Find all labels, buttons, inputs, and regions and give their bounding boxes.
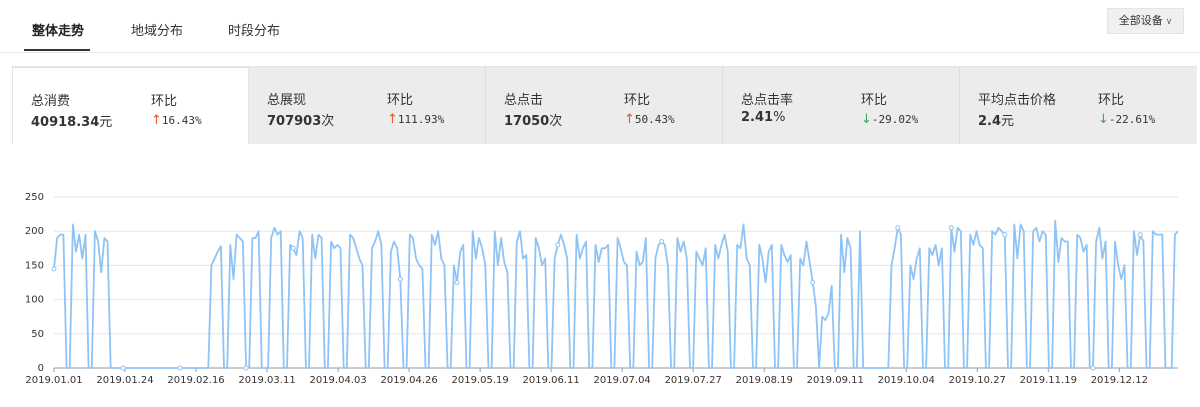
kpi-ratio: ↑111.93% (387, 112, 445, 127)
arrow-up-icon: ↑ (151, 113, 162, 128)
kpi-total-spend[interactable]: 总消费 40918.34元 环比 ↑16.43% (12, 67, 249, 144)
x-tick-label: 2019.11.19 (1020, 375, 1077, 386)
x-tick-label: 2019.07.04 (594, 375, 651, 386)
data-point (51, 266, 57, 272)
x-tick-label: 2019.05.19 (451, 375, 508, 386)
data-point (290, 245, 296, 251)
y-tick-label: 50 (31, 329, 44, 340)
chevron-down-icon: ∨ (1165, 17, 1173, 27)
kpi-ratio-label: 环比 (624, 93, 651, 108)
device-select-label: 全部设备 (1118, 14, 1163, 27)
arrow-up-icon: ↑ (624, 112, 635, 127)
tab-bar: 整体走势 地域分布 时段分布 全部设备 ∨ (0, 0, 1200, 53)
data-point (659, 238, 665, 244)
x-tick-label: 2019.01.24 (96, 375, 153, 386)
y-tick-label: 250 (25, 192, 44, 203)
y-tick-label: 200 (25, 226, 44, 237)
kpi-label: 总展现 (267, 93, 307, 108)
x-tick-label: 2019.02.16 (167, 375, 224, 386)
kpi-value: 2.41% (741, 110, 786, 125)
kpi-ratio-label: 环比 (861, 93, 888, 108)
kpi-label: 总点击 (504, 93, 544, 108)
x-tick-label: 2019.01.01 (25, 375, 82, 386)
arrow-down-icon: ↓ (861, 112, 872, 127)
data-point (1137, 232, 1143, 238)
y-tick-label: 100 (25, 295, 44, 306)
x-tick-label: 2019.08.19 (736, 375, 793, 386)
data-point (1090, 365, 1096, 371)
kpi-avg-click-price[interactable]: 平均点击价格 2.4元 环比 ↓-22.61% (960, 67, 1197, 144)
kpi-label: 总点击率 (741, 93, 794, 108)
kpi-label: 平均点击价格 (978, 93, 1057, 108)
data-point (555, 242, 561, 248)
y-tick-label: 150 (25, 260, 44, 271)
kpi-value: 707903次 (267, 114, 335, 129)
kpi-click-rate[interactable]: 总点击率 2.41% 环比 ↓-29.02% (723, 67, 960, 144)
y-tick-label: 0 (38, 363, 44, 374)
kpi-ratio-label: 环比 (151, 94, 178, 109)
arrow-up-icon: ↑ (387, 112, 398, 127)
x-tick-label: 2019.12.12 (1091, 375, 1148, 386)
arrow-down-icon: ↓ (1098, 112, 1109, 127)
x-tick-label: 2019.04.03 (309, 375, 366, 386)
kpi-value: 17050次 (504, 114, 563, 129)
tab-region-distribution[interactable]: 地域分布 (131, 20, 183, 39)
data-point (454, 280, 460, 285)
data-point (810, 280, 816, 285)
x-tick-label: 2019.09.11 (807, 375, 864, 386)
kpi-value: 40918.34元 (31, 115, 113, 130)
x-tick-label: 2019.04.26 (380, 375, 437, 386)
x-tick-label: 2019.03.11 (238, 375, 295, 386)
x-tick-label: 2019.06.11 (523, 375, 580, 386)
data-point (177, 365, 183, 371)
active-tab-indicator (24, 49, 90, 51)
tab-overall-trend[interactable]: 整体走势 (32, 20, 84, 39)
data-point (243, 365, 249, 371)
series-line (53, 220, 1179, 369)
x-tick-label: 2019.10.27 (949, 375, 1006, 386)
x-tick-label: 2019.10.04 (878, 375, 935, 386)
kpi-ratio: ↑16.43% (151, 113, 202, 128)
kpi-label: 总消费 (31, 94, 71, 109)
kpi-ratio: ↓-29.02% (861, 112, 919, 127)
x-tick-label: 2019.07.27 (665, 375, 722, 386)
data-point (397, 276, 403, 282)
kpi-ratio-label: 环比 (387, 93, 414, 108)
kpi-ratio-label: 环比 (1098, 93, 1125, 108)
kpi-value: 2.4元 (978, 114, 1015, 129)
trend-line-chart: 0 50 100 150 200 250 2019.01.01 2019.01.24 2019.… (25, 192, 1179, 386)
kpi-ratio: ↓-22.61% (1098, 112, 1156, 127)
kpi-total-impressions[interactable]: 总展现 707903次 环比 ↑111.93% (249, 67, 486, 144)
device-select[interactable]: 全部设备 ∨ (1107, 8, 1184, 34)
kpi-ratio: ↑50.43% (624, 112, 675, 127)
kpi-row: 总消费 40918.34元 环比 ↑16.43% 总展现 707903次 环比 … (12, 66, 1197, 144)
data-point (1002, 232, 1008, 238)
data-point (895, 225, 901, 231)
kpi-total-clicks[interactable]: 总点击 17050次 环比 ↑50.43% (486, 67, 723, 144)
data-point (948, 225, 954, 231)
tab-time-distribution[interactable]: 时段分布 (228, 20, 280, 39)
data-point (120, 365, 126, 371)
